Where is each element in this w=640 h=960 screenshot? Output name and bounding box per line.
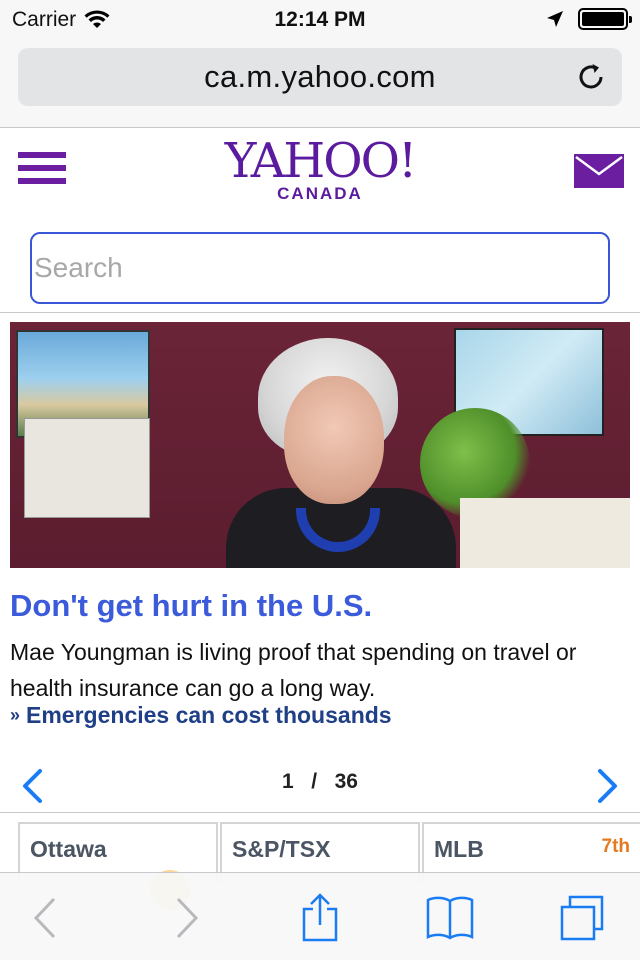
status-right (546, 8, 632, 30)
browser-address-bar: ca.m.yahoo.com (0, 40, 640, 128)
url-field[interactable]: ca.m.yahoo.com (18, 48, 622, 106)
forward-arrow-icon[interactable] (162, 893, 210, 943)
pager-total: 36 (334, 770, 358, 793)
bookmarks-icon[interactable] (426, 893, 474, 943)
pager-count: 1 / 36 (0, 770, 640, 794)
carousel-pager: 1 / 36 (0, 764, 640, 804)
paper-stack (460, 498, 630, 568)
reload-icon[interactable] (574, 60, 608, 94)
mail-icon[interactable] (574, 154, 624, 188)
pager-current: 1 (282, 770, 294, 793)
logo-region: CANADA (277, 184, 363, 203)
tabs-icon[interactable] (558, 893, 606, 943)
pager-separator: / (311, 770, 318, 793)
article-summary: Mae Youngman is living proof that spendi… (10, 639, 577, 701)
article-headline[interactable]: Don't get hurt in the U.S. (10, 588, 630, 624)
card-title: Ottawa (30, 836, 107, 862)
woman-portrait (226, 338, 456, 568)
inning-badge: 7th (601, 836, 631, 857)
double-chevron-icon: » (10, 705, 21, 725)
back-arrow-icon[interactable] (24, 893, 72, 943)
yahoo-logo[interactable]: YAHOO! CANADA (0, 133, 640, 204)
card-title: S&P/TSX (232, 836, 331, 862)
divider (0, 812, 640, 813)
search-input[interactable] (30, 232, 610, 304)
battery-icon (578, 8, 632, 30)
article-more-link-label: Emergencies can cost thousands (26, 702, 392, 728)
search-box (30, 232, 610, 304)
article-more-link[interactable]: » Emergencies can cost thousands (10, 702, 630, 729)
logo-wordmark: YAHOO! (224, 133, 417, 189)
url-text: ca.m.yahoo.com (204, 59, 436, 94)
status-bar: Carrier 12:14 PM (0, 0, 640, 40)
clock: 12:14 PM (274, 8, 366, 31)
divider (0, 312, 640, 313)
browser-toolbar (0, 872, 640, 960)
site-header: YAHOO! CANADA (0, 128, 640, 224)
page: Carrier 12:14 PM ca.m.yahoo.com YAHOO! C… (0, 0, 640, 960)
share-icon[interactable] (296, 893, 344, 943)
chevron-right-icon[interactable] (596, 768, 620, 804)
location-arrow-icon (547, 11, 563, 27)
article-hero-image[interactable] (10, 322, 630, 568)
wall-calendar (24, 418, 150, 518)
